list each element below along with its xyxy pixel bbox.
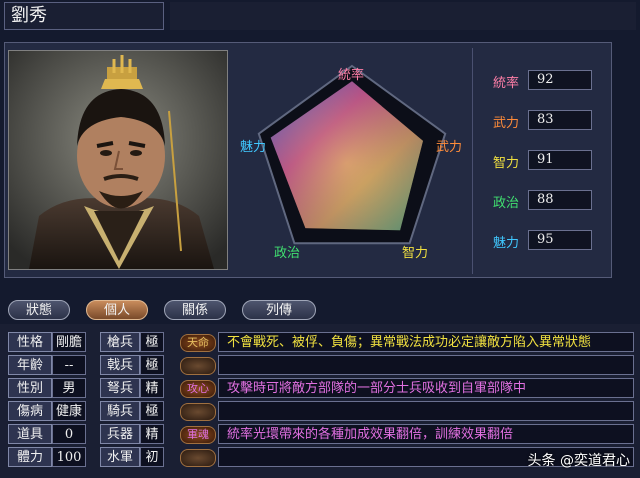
stat-value: 91: [528, 150, 592, 170]
stat-label: 魅力: [492, 236, 519, 251]
personal-label: 性格: [8, 332, 52, 352]
skill-badge: [180, 357, 216, 375]
personal-value: --: [52, 355, 86, 375]
radar-label-charisma: 魅力: [240, 140, 267, 155]
tab-personal[interactable]: 個人: [86, 300, 148, 320]
stat-value: 92: [528, 70, 592, 90]
personal-label: 傷病: [8, 401, 52, 421]
radar-label-leadership: 統率: [338, 68, 365, 83]
watermark: 头条 @奕道君心: [527, 453, 630, 469]
skill-badge: [180, 403, 216, 421]
skill-description: [218, 401, 634, 421]
radar-label-war: 武力: [436, 140, 463, 155]
personal-value: 健康: [52, 401, 86, 421]
general-portrait: [8, 50, 228, 270]
troop-aptitude: 精: [140, 424, 164, 444]
tab-biography[interactable]: 列傳: [242, 300, 316, 320]
skill-description: 攻擊時可將敵方部隊的一部分士兵吸收到自軍部隊中: [218, 378, 634, 398]
personal-label: 性別: [8, 378, 52, 398]
troop-aptitude: 初: [140, 447, 164, 467]
troop-label: 弩兵: [100, 378, 140, 398]
stat-value: 95: [528, 230, 592, 250]
troop-label: 兵器: [100, 424, 140, 444]
personal-label: 體力: [8, 447, 52, 467]
top-bar: [170, 2, 636, 30]
troop-label: 騎兵: [100, 401, 140, 421]
skill-badge: 軍魂: [180, 426, 216, 444]
stat-label: 統率: [492, 76, 519, 91]
skill-description: 統率光環帶來的各種加成效果翻倍，訓練效果翻倍: [218, 424, 634, 444]
ability-radar: 統率 武力 智力 政治 魅力: [236, 50, 468, 272]
stat-value: 88: [528, 190, 592, 210]
stat-label: 武力: [492, 116, 519, 131]
troop-label: 槍兵: [100, 332, 140, 352]
personal-value: 0: [52, 424, 86, 444]
troop-label: 戟兵: [100, 355, 140, 375]
personal-label: 年齡: [8, 355, 52, 375]
troop-aptitude: 極: [140, 355, 164, 375]
troop-aptitude: 極: [140, 332, 164, 352]
troop-aptitude: 精: [140, 378, 164, 398]
troop-aptitude: 極: [140, 401, 164, 421]
portrait-image: [9, 51, 227, 269]
skill-badge: 天命: [180, 334, 216, 352]
skill-badge: [180, 449, 216, 467]
stat-label: 智力: [492, 156, 519, 171]
radar-chart: [257, 64, 447, 245]
personal-label: 道具: [8, 424, 52, 444]
skill-description: 不會戰死、被俘、負傷；異常戰法成功必定讓敵方陷入異常狀態: [218, 332, 634, 352]
skill-description: [218, 355, 634, 375]
general-name: 劉秀: [4, 2, 164, 30]
tab-relations[interactable]: 關係: [164, 300, 226, 320]
stat-value: 83: [528, 110, 592, 130]
stat-label: 政治: [492, 196, 519, 211]
skill-badge: 攻心: [180, 380, 216, 398]
tab-status[interactable]: 狀態: [8, 300, 70, 320]
personal-value: 100: [52, 447, 86, 467]
radar-label-intelligence: 智力: [402, 246, 429, 261]
radar-label-politics: 政治: [274, 246, 301, 261]
personal-value: 男: [52, 378, 86, 398]
personal-value: 剛膽: [52, 332, 86, 352]
troop-label: 水軍: [100, 447, 140, 467]
